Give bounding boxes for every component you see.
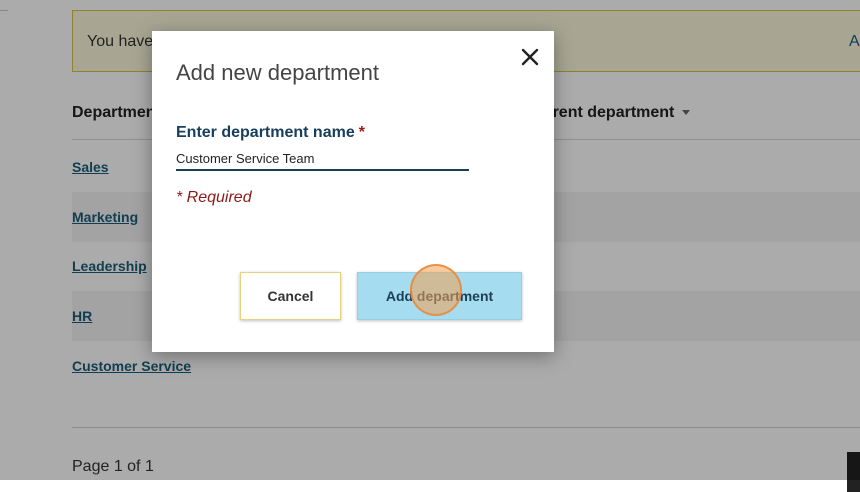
add-department-dialog: Add new department Enter department name…: [152, 31, 554, 352]
department-name-label: Enter department name *: [176, 124, 365, 142]
field-label-text: Enter department name: [176, 124, 355, 141]
cancel-button[interactable]: Cancel: [240, 272, 341, 320]
required-marker: *: [358, 124, 365, 141]
close-icon[interactable]: [518, 45, 542, 69]
add-department-button[interactable]: Add department: [357, 272, 522, 320]
dialog-title: Add new department: [176, 60, 380, 85]
required-note: * Required: [176, 189, 252, 206]
department-name-input[interactable]: [176, 147, 469, 171]
